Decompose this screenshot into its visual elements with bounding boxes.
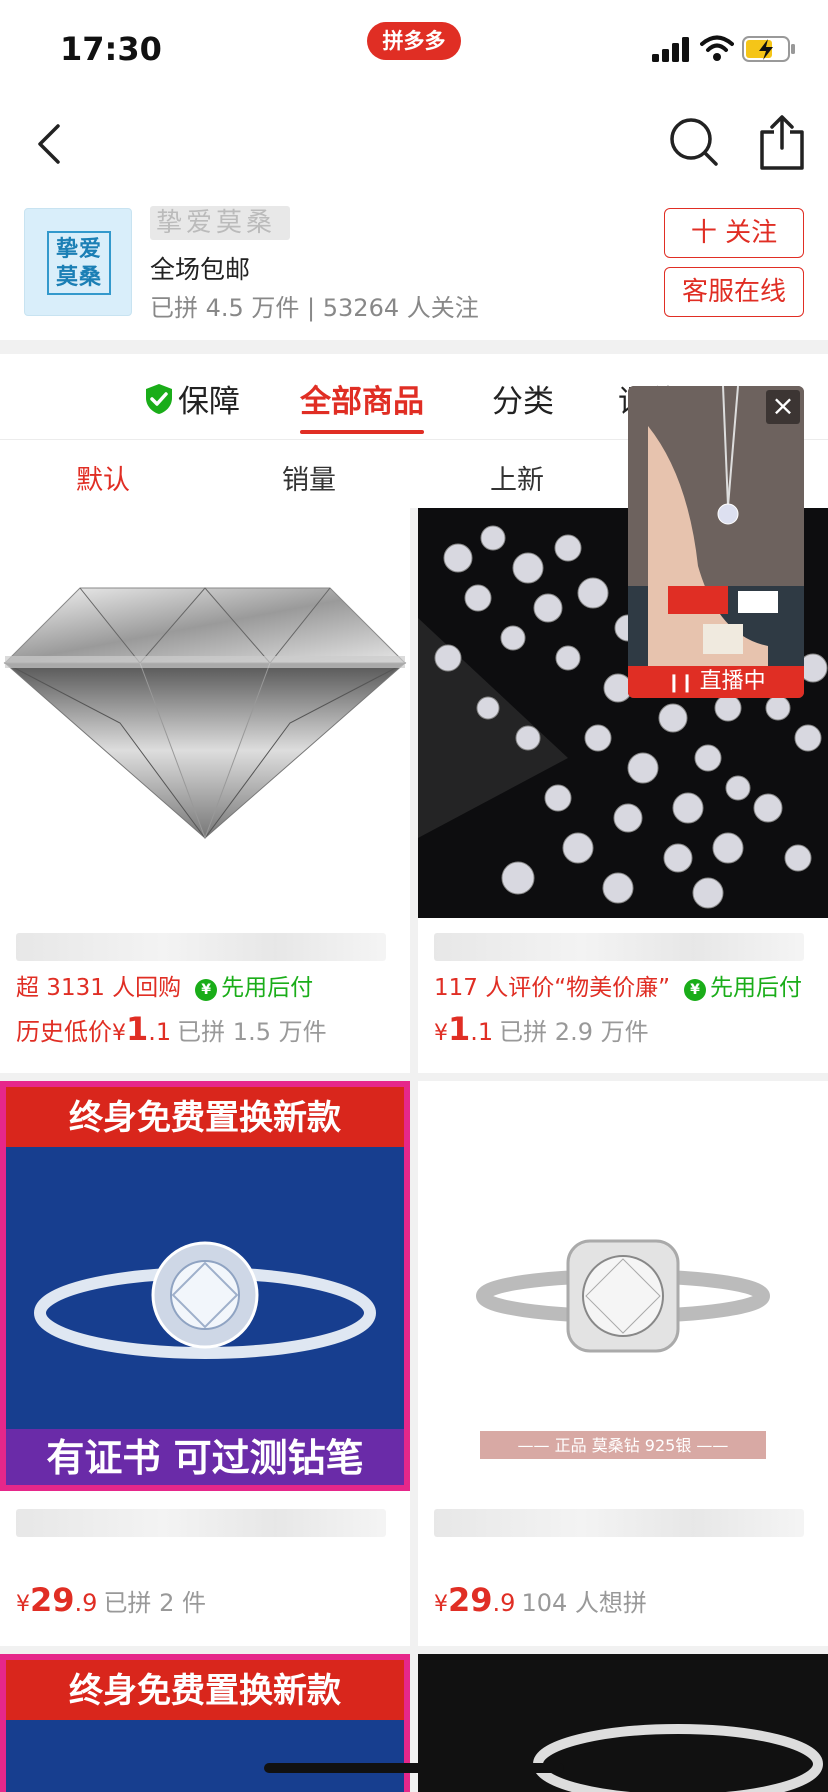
product-title <box>16 1509 386 1539</box>
tab-guarantee[interactable]: 保障 <box>144 376 240 421</box>
cellular-signal-icon <box>652 37 689 62</box>
svg-text:—— 正品 莫桑钻 925银 ——: —— 正品 莫桑钻 925银 —— <box>518 1436 729 1455</box>
store-stats: 已拼 4.5 万件 | 53264 人关注 <box>150 294 479 322</box>
tab-all-products[interactable]: 全部商品 <box>300 376 424 434</box>
shield-check-icon <box>146 383 172 414</box>
status-bar: 17:30 拼多多 <box>0 0 828 86</box>
section-divider <box>0 340 828 354</box>
home-indicator <box>264 1763 564 1773</box>
product-image-ring-promo: 终身免费置换新款 有证书 可过测钻笔 <box>0 1081 410 1491</box>
product-title <box>434 933 804 963</box>
nav-bar <box>0 100 828 190</box>
sort-sales[interactable]: 销量 <box>282 458 336 497</box>
back-arrow-icon[interactable] <box>22 114 82 174</box>
product-image-halo-ring: —— 正品 莫桑钻 925银 —— <box>418 1081 828 1491</box>
store-header: 挚爱 莫桑 挚爱莫桑 全场包邮 已拼 4.5 万件 | 53264 人关注 十 … <box>0 200 828 335</box>
live-badge: ❙❙ 直播中 <box>628 666 804 698</box>
product-social-proof: 117 人评价“物美价廉” ¥ 先用后付 <box>434 975 803 1001</box>
tab-all-products-label: 全部商品 <box>300 384 424 420</box>
pay-later-badge: ¥ 先用后付 <box>195 975 313 1001</box>
product-title <box>16 933 386 963</box>
logo-text-line1: 挚爱 <box>55 237 102 262</box>
pay-later-badge: ¥ 先用后付 <box>684 975 802 1001</box>
share-icon[interactable] <box>756 112 808 172</box>
live-close-button[interactable]: × <box>766 390 800 424</box>
product-title <box>434 1509 804 1539</box>
sort-default[interactable]: 默认 <box>76 458 130 497</box>
status-time: 17:30 <box>60 30 162 68</box>
sold-count: 已拼 1.5 万件 <box>177 1018 327 1046</box>
sort-new[interactable]: 上新 <box>490 458 544 497</box>
product-card[interactable]: 终身免费置换新款 有证书 可过测钻笔 ¥29.9 已拼 2 件 <box>0 1081 410 1646</box>
store-name[interactable]: 挚爱莫桑 <box>150 206 290 240</box>
follow-button[interactable]: 十 关注 <box>664 208 804 258</box>
wifi-icon <box>700 35 734 61</box>
tab-categories[interactable]: 分类 <box>492 376 554 421</box>
live-stream-window[interactable]: × ❙❙ 直播中 <box>628 386 804 698</box>
customer-service-button[interactable]: 客服在线 <box>664 267 804 317</box>
product-social-proof: 超 3131 人回购 ¥ 先用后付 <box>16 975 314 1001</box>
live-bars-icon: ❙❙ <box>666 672 694 693</box>
product-price: ¥29.9 104 人想拼 <box>434 1581 647 1619</box>
sold-count: 已拼 2 件 <box>103 1589 206 1617</box>
product-price: 历史低价¥1.1 已拼 1.5 万件 <box>16 1010 327 1048</box>
search-icon[interactable] <box>666 114 722 170</box>
product-image-diamond <box>0 508 410 918</box>
live-stream-preview <box>628 386 804 698</box>
wish-count: 104 人想拼 <box>521 1589 647 1617</box>
sold-count: 已拼 2.9 万件 <box>499 1018 649 1046</box>
app-badge: 拼多多 <box>367 22 461 60</box>
tab-guarantee-label: 保障 <box>178 384 240 420</box>
active-tab-indicator <box>300 430 424 434</box>
svg-text:终身免费置换新款: 终身免费置换新款 <box>69 1671 341 1711</box>
product-price: ¥1.1 已拼 2.9 万件 <box>434 1010 649 1048</box>
svg-text:有证书 可过测钻笔: 有证书 可过测钻笔 <box>46 1436 363 1480</box>
product-price: ¥29.9 已拼 2 件 <box>16 1581 206 1619</box>
store-logo[interactable]: 挚爱 莫桑 <box>24 208 132 316</box>
product-card[interactable]: —— 正品 莫桑钻 925银 —— ¥29.9 104 人想拼 <box>418 1081 828 1646</box>
product-card[interactable]: 超 3131 人回购 ¥ 先用后付 历史低价¥1.1 已拼 1.5 万件 <box>0 508 410 1073</box>
battery-charging-icon <box>742 36 795 62</box>
logo-text-line2: 莫桑 <box>55 265 102 290</box>
svg-text:终身免费置换新款: 终身免费置换新款 <box>69 1098 341 1138</box>
store-tag: 全场包邮 <box>150 255 251 284</box>
